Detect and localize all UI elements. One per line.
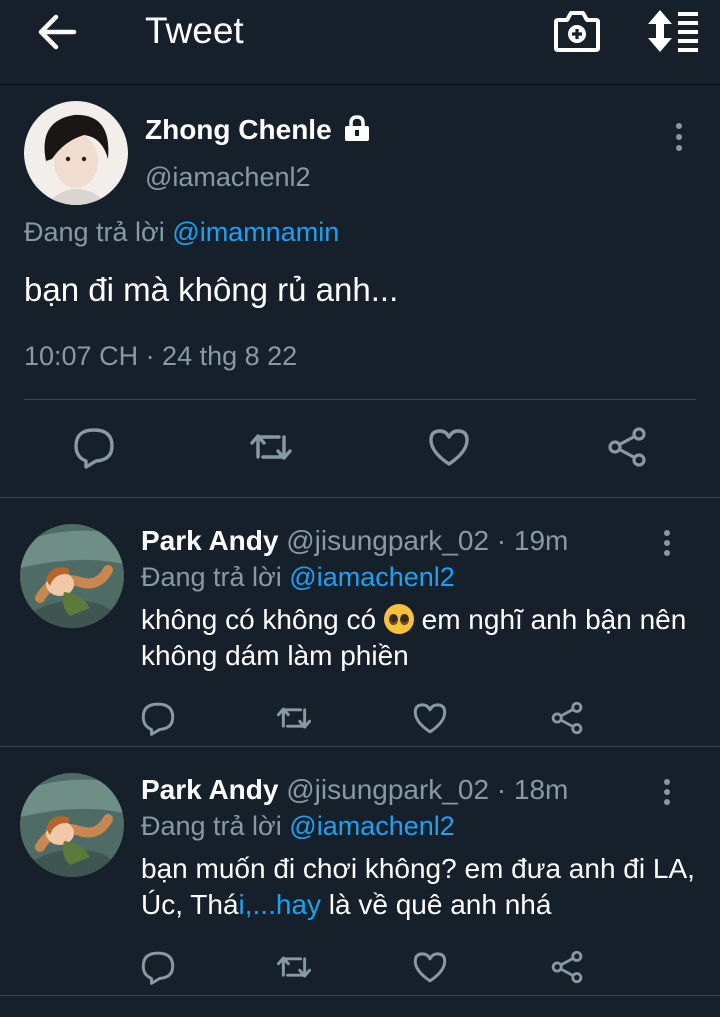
author-handle[interactable]: @iamachenl2 <box>145 161 311 193</box>
author-name[interactable]: Zhong Chenle <box>145 113 332 147</box>
share-icon[interactable] <box>605 425 649 469</box>
arrow-left-icon[interactable] <box>34 12 78 52</box>
tweet-text-link[interactable]: i,...hay <box>239 889 321 920</box>
author-name[interactable]: Park Andy <box>141 774 278 805</box>
sort-icon[interactable] <box>646 8 700 54</box>
main-tweet: Zhong Chenle @iamachenl2 Đang trả lời @i… <box>0 85 720 498</box>
page-title: Tweet <box>145 10 244 51</box>
heart-icon[interactable] <box>412 700 448 736</box>
avatar[interactable] <box>24 101 128 205</box>
reply-icon[interactable] <box>140 700 176 736</box>
reply-header: Park Andy @jisungpark_02 · 19m <box>141 524 568 558</box>
more-vertical-icon[interactable] <box>654 528 680 558</box>
tweet-text-part: là về quê anh nhá <box>321 889 552 920</box>
pleading-face-emoji <box>383 604 414 634</box>
replying-to: Đang trả lời @iamachenl2 <box>141 560 455 594</box>
share-icon[interactable] <box>549 700 585 736</box>
tweet-timestamp: 10:07 CH · 24 thg 8 22 <box>24 341 298 371</box>
heart-icon[interactable] <box>427 425 471 469</box>
tweet-text-part: không có không có <box>141 604 377 635</box>
retweet-icon[interactable] <box>276 700 312 736</box>
replying-label: Đang trả lời <box>24 217 165 247</box>
lock-icon <box>345 115 369 141</box>
reply-header: Park Andy @jisungpark_02 · 18m <box>141 773 568 807</box>
replying-label: Đang trả lời <box>141 811 282 841</box>
more-vertical-icon[interactable] <box>666 121 692 153</box>
avatar[interactable] <box>20 524 124 628</box>
reply-icon[interactable] <box>140 949 176 985</box>
author-meta: @jisungpark_02 · 18m <box>286 774 569 805</box>
replying-to-link[interactable]: @iamachenl2 <box>289 562 455 592</box>
avatar[interactable] <box>20 773 124 877</box>
heart-icon[interactable] <box>412 949 448 985</box>
replying-to: Đang trả lời @iamachenl2 <box>141 809 455 843</box>
replying-to-link[interactable]: @iamachenl2 <box>289 811 455 841</box>
retweet-icon[interactable] <box>276 949 312 985</box>
tweet-text: bạn muốn đi chơi không? em đưa anh đi LA… <box>141 851 701 923</box>
author-name[interactable]: Park Andy <box>141 525 278 556</box>
replying-label: Đang trả lời <box>141 562 282 592</box>
tweet-text: không có không có em nghĩ anh bận nên kh… <box>141 602 701 674</box>
divider <box>24 399 696 400</box>
reply-tweet[interactable]: Park Andy @jisungpark_02 · 19m Đang trả … <box>0 498 720 747</box>
replying-to-link[interactable]: @imamnamin <box>172 217 339 247</box>
tweet-text: bạn đi mà không rủ anh... <box>24 271 399 308</box>
replying-to: Đang trả lời @imamnamin <box>24 215 339 249</box>
top-app-bar: Tweet <box>0 0 720 85</box>
reply-tweet[interactable]: Park Andy @jisungpark_02 · 18m Đang trả … <box>0 747 720 996</box>
retweet-icon[interactable] <box>249 425 293 469</box>
author-meta: @jisungpark_02 · 19m <box>286 525 569 556</box>
camera-add-icon[interactable] <box>552 8 602 54</box>
share-icon[interactable] <box>549 949 585 985</box>
more-vertical-icon[interactable] <box>654 777 680 807</box>
reply-icon[interactable] <box>72 425 116 469</box>
